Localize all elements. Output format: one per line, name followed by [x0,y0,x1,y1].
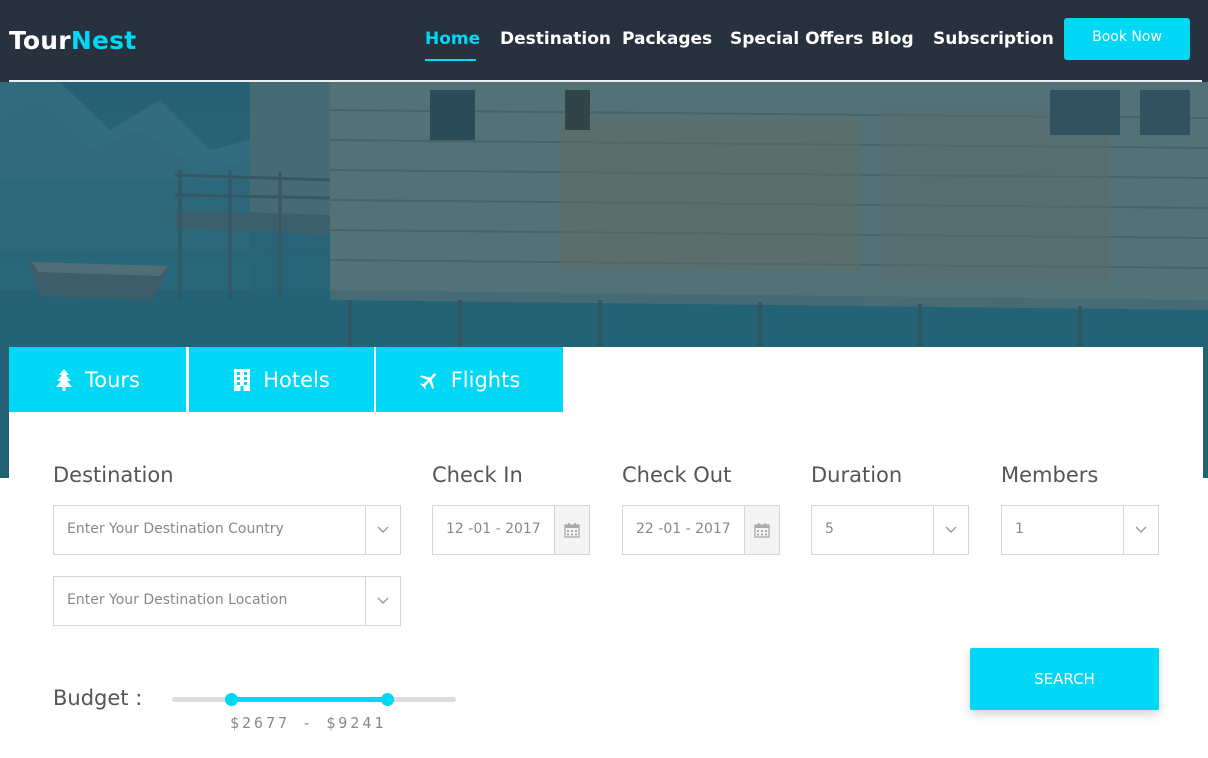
tab-flights[interactable]: Flights [376,347,563,412]
tab-flights-label: Flights [450,367,521,392]
tab-tours[interactable]: Tours [9,347,186,412]
duration-label: Duration [811,463,903,487]
chevron-down-icon [365,577,400,625]
budget-range-value: $2677 - $9241 [230,714,387,732]
nav-active-indicator [425,59,476,61]
nav-home[interactable]: Home [425,29,480,49]
budget-slider-range [231,697,388,702]
destination-label: Destination [53,463,174,487]
nav-blog[interactable]: Blog [871,29,914,49]
calendar-icon[interactable] [554,506,589,554]
tab-hotels[interactable]: Hotels [189,347,374,412]
nav-subscription[interactable]: Subscription [933,29,1054,49]
chevron-down-icon [933,506,968,554]
members-value: 1 [1015,521,1024,537]
logo-part-1: Tour [9,26,71,55]
check-out-label: Check Out [622,463,732,487]
chevron-down-icon [365,506,400,554]
destination-location-placeholder: Enter Your Destination Location [67,592,288,608]
book-now-button[interactable]: Book Now [1064,18,1190,60]
check-out-value: 22 -01 - 2017 [636,521,731,537]
site-logo[interactable]: TourNest [9,26,136,55]
destination-country-placeholder: Enter Your Destination Country [67,521,284,537]
check-out-date-field[interactable]: 22 -01 - 2017 [622,505,780,555]
plane-icon [419,370,439,390]
destination-country-select[interactable]: Enter Your Destination Country [53,505,401,555]
tab-hotels-label: Hotels [263,367,330,392]
nav-packages[interactable]: Packages [622,29,712,49]
destination-location-select[interactable]: Enter Your Destination Location [53,576,401,626]
check-in-date-field[interactable]: 12 -01 - 2017 [432,505,590,555]
chevron-down-icon [1123,506,1158,554]
members-label: Members [1001,463,1099,487]
search-button[interactable]: SEARCH [970,648,1159,710]
duration-select[interactable]: 5 [811,505,969,555]
check-in-value: 12 -01 - 2017 [446,521,541,537]
nav-special-offers[interactable]: Special Offers [730,29,863,49]
header-divider [9,80,1202,82]
check-in-label: Check In [432,463,523,487]
tab-tours-label: Tours [85,367,140,392]
duration-value: 5 [825,521,834,537]
nav-destination[interactable]: Destination [500,29,611,49]
calendar-icon[interactable] [744,506,779,554]
logo-part-2: Nest [70,26,137,55]
building-icon [233,368,251,391]
budget-label: Budget : [53,686,143,710]
tree-icon [55,368,73,391]
members-select[interactable]: 1 [1001,505,1159,555]
